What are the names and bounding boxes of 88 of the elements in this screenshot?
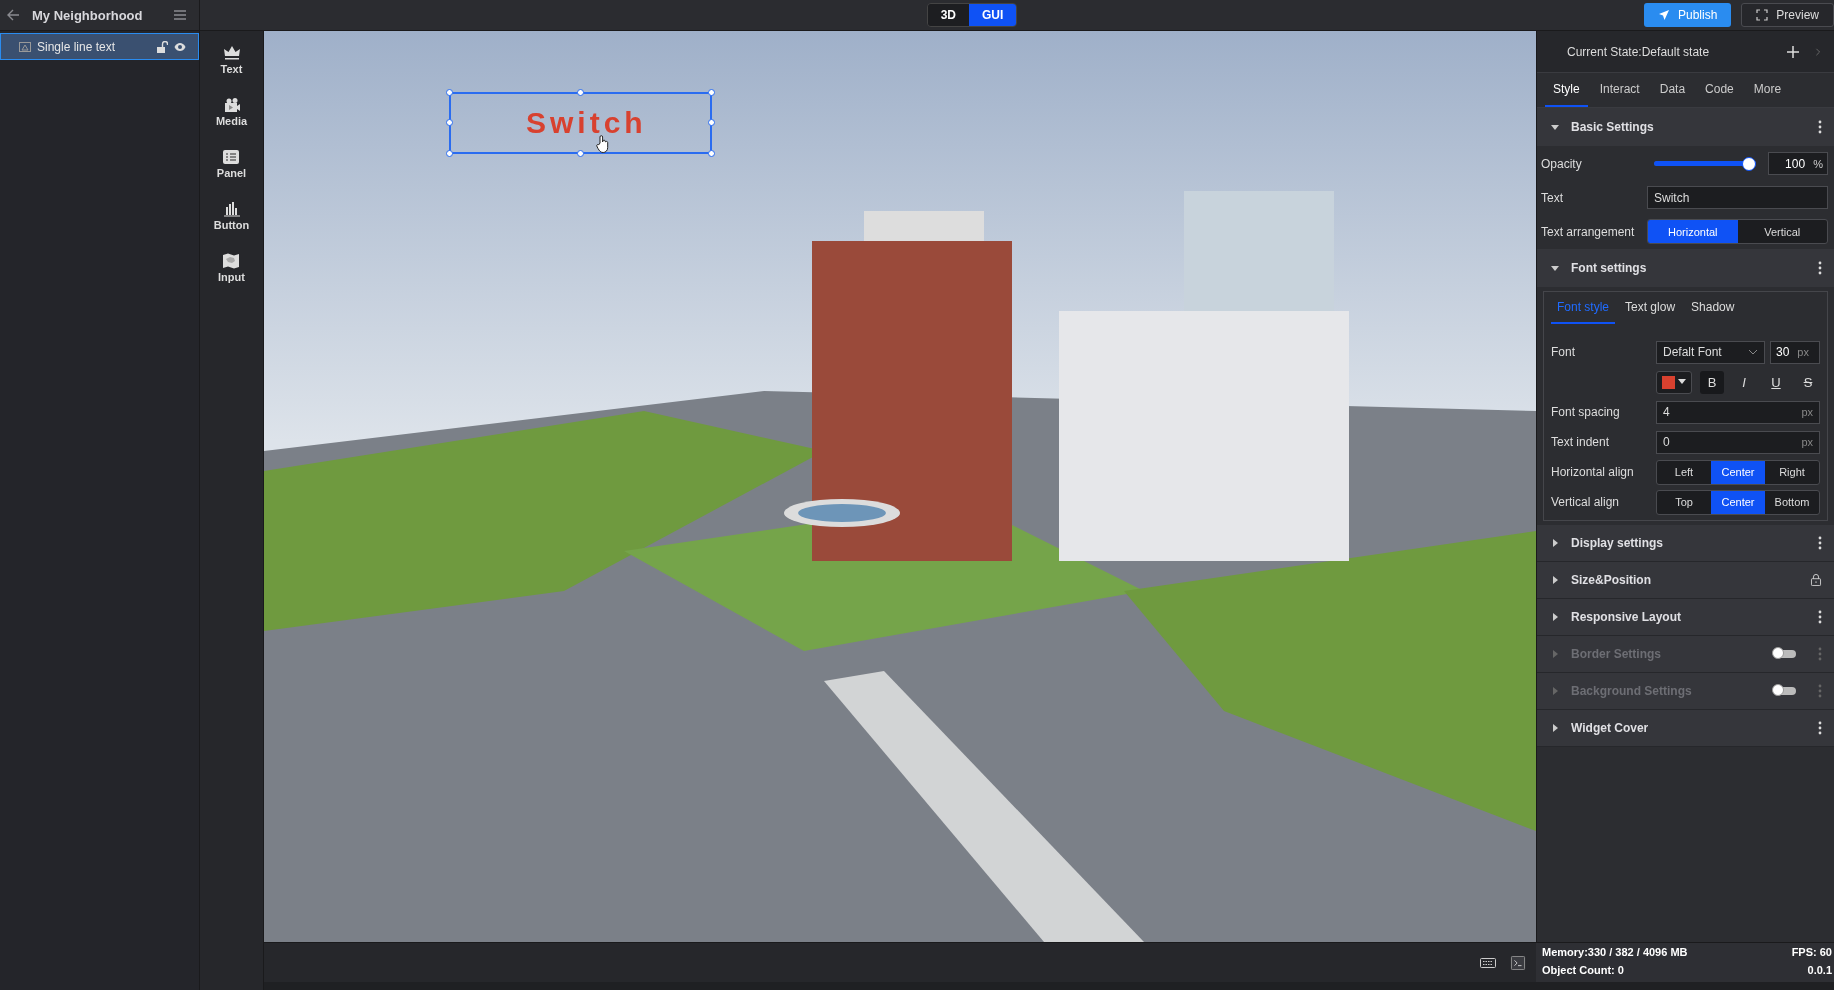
section-header[interactable]: Display settings: [1537, 525, 1834, 562]
list-panel-icon: [222, 149, 241, 165]
more-icon[interactable]: [1818, 261, 1822, 275]
chevron-down-icon: [1748, 349, 1758, 355]
section-header[interactable]: Responsive Layout: [1537, 599, 1834, 636]
caret-right-icon: [1551, 539, 1559, 547]
strike-button[interactable]: S: [1796, 370, 1820, 394]
paper-plane-icon: [1657, 9, 1670, 21]
font-spacing-field[interactable]: 4 px: [1656, 400, 1820, 424]
menu-icon[interactable]: [173, 8, 187, 22]
segment-option[interactable]: Right: [1765, 460, 1819, 484]
image-icon: [19, 40, 31, 53]
hand-pointer-icon: [596, 135, 610, 153]
segment-option[interactable]: Top: [1657, 490, 1711, 514]
field-label: Text arrangement: [1541, 224, 1636, 239]
open-lock-icon[interactable]: [156, 40, 168, 53]
field-label: Text: [1541, 190, 1564, 205]
color-picker[interactable]: [1656, 370, 1692, 394]
opacity-field[interactable]: 100 %: [1768, 152, 1828, 175]
section-header[interactable]: Font settings: [1537, 249, 1834, 287]
terminal-icon[interactable]: [1510, 955, 1526, 970]
field-label: Horizontal align: [1551, 465, 1635, 479]
caret-right-icon: [1551, 650, 1559, 658]
font-dropdown[interactable]: Defalt Font: [1656, 340, 1765, 364]
font-size-field[interactable]: 30 px: [1770, 340, 1820, 364]
section-header[interactable]: Basic Settings: [1537, 108, 1834, 146]
layer-item[interactable]: Single line text: [0, 33, 199, 60]
plus-icon[interactable]: [1786, 44, 1800, 59]
widget-input-button[interactable]: Input: [218, 253, 245, 283]
lock-icon[interactable]: [1810, 574, 1822, 586]
memory-readout: Memory:330 / 382 / 4096 MB: [1542, 946, 1688, 958]
segment-option[interactable]: Center: [1711, 490, 1765, 514]
more-icon[interactable]: [1818, 610, 1822, 624]
selection-frame[interactable]: [449, 92, 712, 154]
mode-tab[interactable]: GUI: [968, 4, 1017, 26]
opacity-slider[interactable]: [1654, 156, 1756, 171]
inspector-tab[interactable]: Code: [1697, 73, 1742, 107]
version-label: 0.0.1: [1807, 964, 1832, 976]
expand-icon: [1756, 9, 1769, 21]
segment-option[interactable]: Bottom: [1765, 490, 1819, 514]
caret-down-icon: [1551, 123, 1559, 131]
italic-button[interactable]: I: [1732, 370, 1756, 394]
preview-button[interactable]: Preview: [1741, 3, 1834, 27]
font-tab[interactable]: Shadow: [1685, 292, 1741, 324]
crown-icon: [222, 45, 241, 61]
caret-right-icon: [1551, 576, 1559, 584]
segment-option[interactable]: Horizontal: [1648, 220, 1738, 243]
map-icon: [222, 253, 241, 269]
widget-text-button[interactable]: Text: [220, 45, 243, 75]
current-state-label: Current State:Default state: [1567, 44, 1710, 59]
project-title: My Neighborhood: [32, 7, 143, 23]
caret-right-icon: [1551, 724, 1559, 732]
segment-option[interactable]: Left: [1657, 460, 1711, 484]
bar-chart-icon: [222, 201, 241, 217]
section-header[interactable]: Size&Position: [1537, 562, 1834, 599]
eye-icon[interactable]: [174, 40, 186, 53]
font-tab[interactable]: Text glow: [1619, 292, 1682, 324]
object-count-readout: Object Count: 0: [1542, 964, 1624, 976]
caret-right-icon: [1551, 687, 1559, 695]
text-field[interactable]: Switch: [1647, 186, 1828, 209]
segment-option[interactable]: Center: [1711, 460, 1765, 484]
inspector-tab[interactable]: Data: [1651, 73, 1694, 107]
back-arrow-icon[interactable]: [6, 8, 20, 22]
caret-down-icon: [1678, 378, 1686, 386]
field-label: Vertical align: [1551, 495, 1621, 509]
fps-readout: FPS: 60: [1791, 946, 1832, 958]
caret-right-icon: [1551, 613, 1559, 621]
field-label: Opacity: [1541, 156, 1583, 171]
bold-button[interactable]: B: [1700, 370, 1724, 394]
more-icon[interactable]: [1818, 120, 1822, 134]
keyboard-icon[interactable]: [1480, 955, 1496, 970]
field-label: Font spacing: [1551, 405, 1621, 419]
inspector-tab[interactable]: Interact: [1591, 73, 1648, 107]
caret-down-icon: [1551, 264, 1559, 272]
field-label: Font: [1551, 345, 1576, 359]
segment-option[interactable]: Vertical: [1737, 220, 1827, 243]
mode-tab[interactable]: 3D: [927, 4, 969, 26]
section-header[interactable]: Widget Cover: [1537, 710, 1834, 747]
widget-media-button[interactable]: Media: [215, 97, 248, 127]
underline-button[interactable]: U: [1764, 370, 1788, 394]
inspector-tab[interactable]: More: [1745, 73, 1790, 107]
widget-button-button[interactable]: Button: [213, 201, 250, 231]
field-label: Text indent: [1551, 435, 1611, 449]
more-icon[interactable]: [1818, 721, 1822, 735]
camera-icon: [222, 97, 241, 113]
more-icon[interactable]: [1818, 536, 1822, 550]
widget-panel-button[interactable]: Panel: [216, 149, 247, 179]
text-indent-field[interactable]: 0 px: [1656, 430, 1820, 454]
